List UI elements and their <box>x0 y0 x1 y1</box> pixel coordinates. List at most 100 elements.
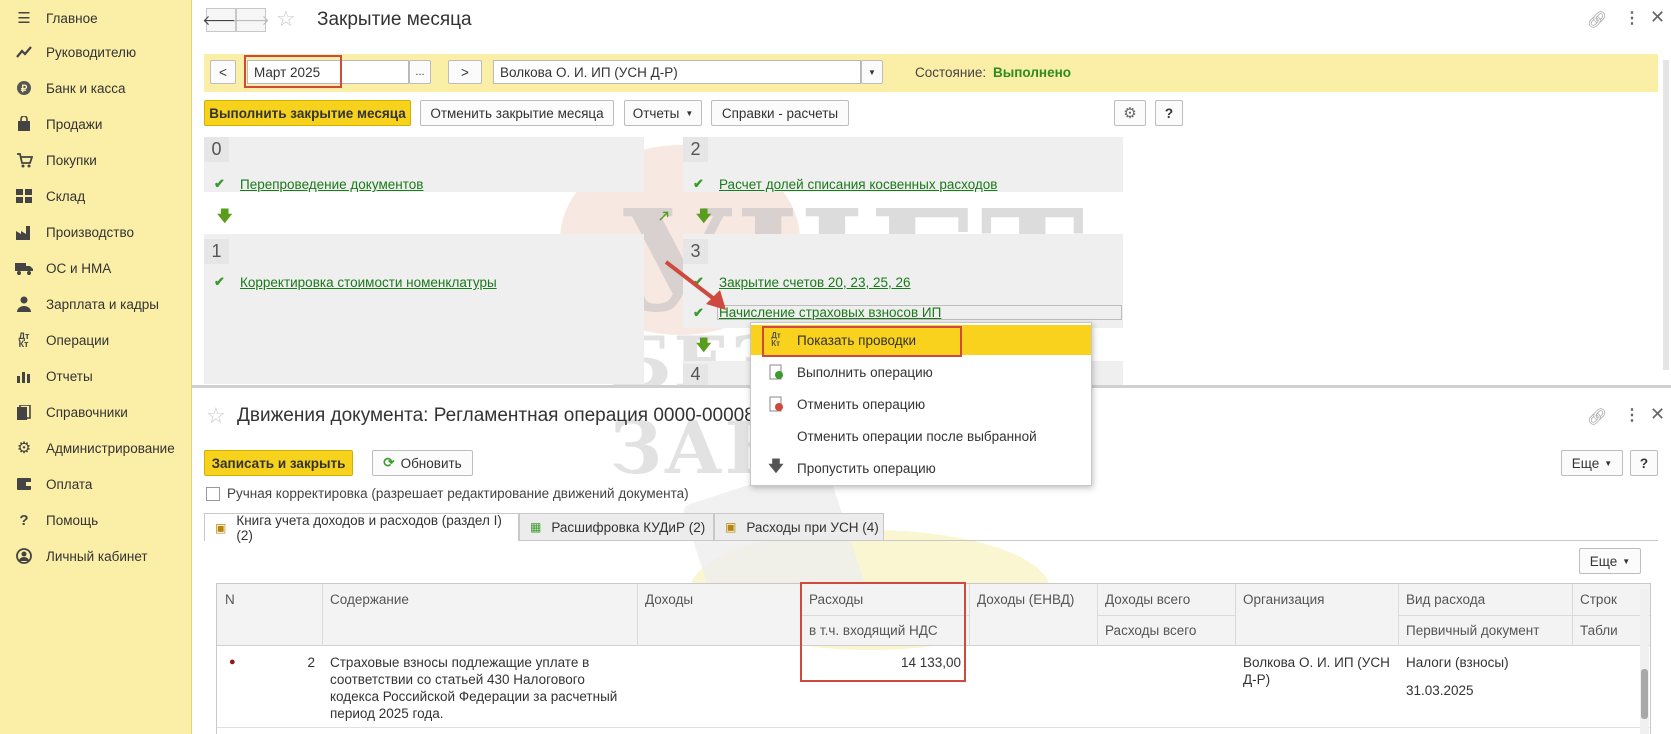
tab-label: Расходы при УСН (4) <box>746 519 879 535</box>
menu-cancel-after-selected[interactable]: Отменить операции после выбранной <box>751 421 1091 451</box>
scroll-thumb[interactable] <box>1641 669 1648 719</box>
sidebar-item-main[interactable]: ☰ Главное <box>0 0 192 36</box>
sidebar-item-sales[interactable]: Продажи <box>0 106 192 142</box>
col-header-line[interactable]: Строк <box>1572 590 1617 608</box>
more-button[interactable]: Еще ▼ <box>1561 450 1623 476</box>
col-header-table[interactable]: Табли <box>1572 621 1618 639</box>
sidebar-item-bank[interactable]: ₽ Банк и касса <box>0 70 192 106</box>
forward-button[interactable]: 🡒 <box>232 8 270 32</box>
op-reposting-documents[interactable]: Перепроведение документов <box>240 177 423 192</box>
sidebar-item-label: Помощь <box>46 512 99 528</box>
grid-icon <box>14 189 34 203</box>
refresh-button[interactable]: ⟳ Обновить <box>372 450 473 476</box>
references-button[interactable]: Справки - расчеты <box>711 100 849 126</box>
arrow-down-icon: 🡇 <box>217 208 233 225</box>
op-close-accounts[interactable]: Закрытие счетов 20, 23, 25, 26 <box>719 275 911 290</box>
organization-select[interactable]: Волкова О. И. ИП (УСН Д-Р) <box>493 60 861 84</box>
run-month-close-button[interactable]: Выполнить закрытие месяца <box>204 100 411 126</box>
refresh-icon: ⟳ <box>383 455 395 470</box>
link-icon[interactable]: 🔗︎ <box>1587 10 1607 30</box>
help-button[interactable]: ? <box>1630 450 1658 476</box>
scrollbar-top[interactable] <box>1663 60 1669 370</box>
wallet-icon <box>14 477 34 491</box>
period-highlight <box>244 55 342 88</box>
favorite-star-icon[interactable]: ☆ <box>276 6 296 32</box>
more-label: Еще <box>1589 553 1618 569</box>
organization-dropdown-button[interactable]: ▼ <box>861 60 883 84</box>
sidebar-item-admin[interactable]: ⚙ Администрирование <box>0 430 192 466</box>
header-subrow-line <box>1398 615 1650 616</box>
col-header-organization[interactable]: Организация <box>1235 590 1324 608</box>
sidebar-item-warehouse[interactable]: Склад <box>0 178 192 214</box>
op-indirect-costs-share[interactable]: Расчет долей списания косвенных расходов <box>719 177 997 192</box>
menu-skip-operation[interactable]: 🡇 Пропустить операцию <box>751 453 1091 483</box>
sidebar-item-assets[interactable]: ОС и НМА <box>0 250 192 286</box>
sidebar-item-payment[interactable]: Оплата <box>0 466 192 502</box>
menu-cancel-operation[interactable]: Отменить операцию <box>751 389 1091 419</box>
gear-icon: ⚙ <box>1123 105 1137 122</box>
favorite-star-icon[interactable]: ☆ <box>206 403 226 429</box>
tab-kudir-book[interactable]: ▣ Книга учета доходов и расходов (раздел … <box>204 512 519 543</box>
settings-button[interactable]: ⚙ <box>1114 100 1146 126</box>
sidebar-item-label: Администрирование <box>46 440 175 456</box>
check-icon: ✔ <box>693 176 704 191</box>
period-next-button[interactable]: > <box>448 60 482 84</box>
col-header-primary-doc[interactable]: Первичный документ <box>1398 621 1539 639</box>
sidebar-item-account[interactable]: Личный кабинет <box>0 538 192 574</box>
chevron-down-icon: ▼ <box>685 108 694 118</box>
sidebar-item-label: Зарплата и кадры <box>46 296 159 312</box>
period-prev-button[interactable]: < <box>210 60 236 84</box>
close-icon[interactable]: ✕ <box>1650 404 1665 425</box>
sidebar-item-operations[interactable]: Дт Кт Операции <box>0 322 192 358</box>
col-header-income-envd[interactable]: Доходы (ЕНВД) <box>969 590 1074 608</box>
user-circle-icon <box>14 548 34 564</box>
table-more-button[interactable]: Еще ▼ <box>1579 548 1641 574</box>
more-vert-icon[interactable]: ⋮ <box>1624 405 1640 425</box>
sidebar-item-label: Производство <box>46 224 135 240</box>
tab-kudir-breakdown[interactable]: ▦ Расшифровка КУДиР (2) <box>519 513 714 540</box>
menu-run-operation[interactable]: Выполнить операцию <box>751 357 1091 387</box>
tab-usn-expenses[interactable]: ▣ Расходы при УСН (4) <box>714 513 884 540</box>
arrow-down-icon: 🡇 <box>696 337 712 354</box>
table-scrollbar[interactable] <box>1640 589 1649 734</box>
help-button[interactable]: ? <box>1155 100 1183 126</box>
menu-icon: ☰ <box>17 10 31 27</box>
col-header-expenses-total[interactable]: Расходы всего <box>1097 621 1196 639</box>
reports-dropdown-button[interactable]: Отчеты ▼ <box>624 100 702 126</box>
sidebar-item-reports[interactable]: Отчеты <box>0 358 192 394</box>
arrow-diagonal-icon: 🡕 <box>659 208 669 225</box>
sidebar-item-manager[interactable]: Руководителю <box>0 34 192 70</box>
more-vert-icon[interactable]: ⋮ <box>1624 8 1640 28</box>
table-icon: ▦ <box>530 520 542 534</box>
skip-down-icon: 🡇 <box>768 457 784 475</box>
sidebar-item-references[interactable]: Справочники <box>0 394 192 430</box>
manual-correction-checkbox[interactable] <box>206 487 220 501</box>
op-nomenclature-cost-adjustment[interactable]: Корректировка стоимости номенклатуры <box>240 275 497 290</box>
bar-chart-icon <box>14 370 34 383</box>
col-header-expense-type[interactable]: Вид расхода <box>1398 590 1485 608</box>
row-divider <box>217 727 1650 728</box>
sidebar-item-label: Личный кабинет <box>46 548 148 564</box>
cancel-month-close-button[interactable]: Отменить закрытие месяца <box>420 100 614 126</box>
dt-kt-icon: Дт Кт <box>18 331 30 349</box>
refresh-label: Обновить <box>400 455 462 471</box>
sidebar-item-production[interactable]: Производство <box>0 214 192 250</box>
save-and-close-button[interactable]: Записать и закрыть <box>204 450 353 476</box>
close-icon[interactable]: ✕ <box>1650 7 1665 28</box>
sidebar-item-help[interactable]: ? Помощь <box>0 502 192 538</box>
tab-label: Книга учета доходов и расходов (раздел I… <box>236 512 502 543</box>
link-icon[interactable]: 🔗︎ <box>1587 407 1607 427</box>
col-header-n[interactable]: N <box>217 590 235 608</box>
period-select-button[interactable]: ... <box>409 60 431 84</box>
op-insurance-contributions[interactable]: Начисление страховых взносов ИП <box>719 305 941 320</box>
menu-item-label: Отменить операции после выбранной <box>797 428 1037 444</box>
truck-icon <box>14 262 34 275</box>
col-header-content[interactable]: Содержание <box>322 590 409 608</box>
col-header-income-total[interactable]: Доходы всего <box>1097 590 1190 608</box>
sidebar-item-purchases[interactable]: Покупки <box>0 142 192 178</box>
row-marker-icon: ● <box>229 656 236 668</box>
col-header-income[interactable]: Доходы <box>637 590 693 608</box>
header-subrow-line <box>1097 615 1235 616</box>
bag-icon <box>14 116 34 132</box>
sidebar-item-salary[interactable]: Зарплата и кадры <box>0 286 192 322</box>
